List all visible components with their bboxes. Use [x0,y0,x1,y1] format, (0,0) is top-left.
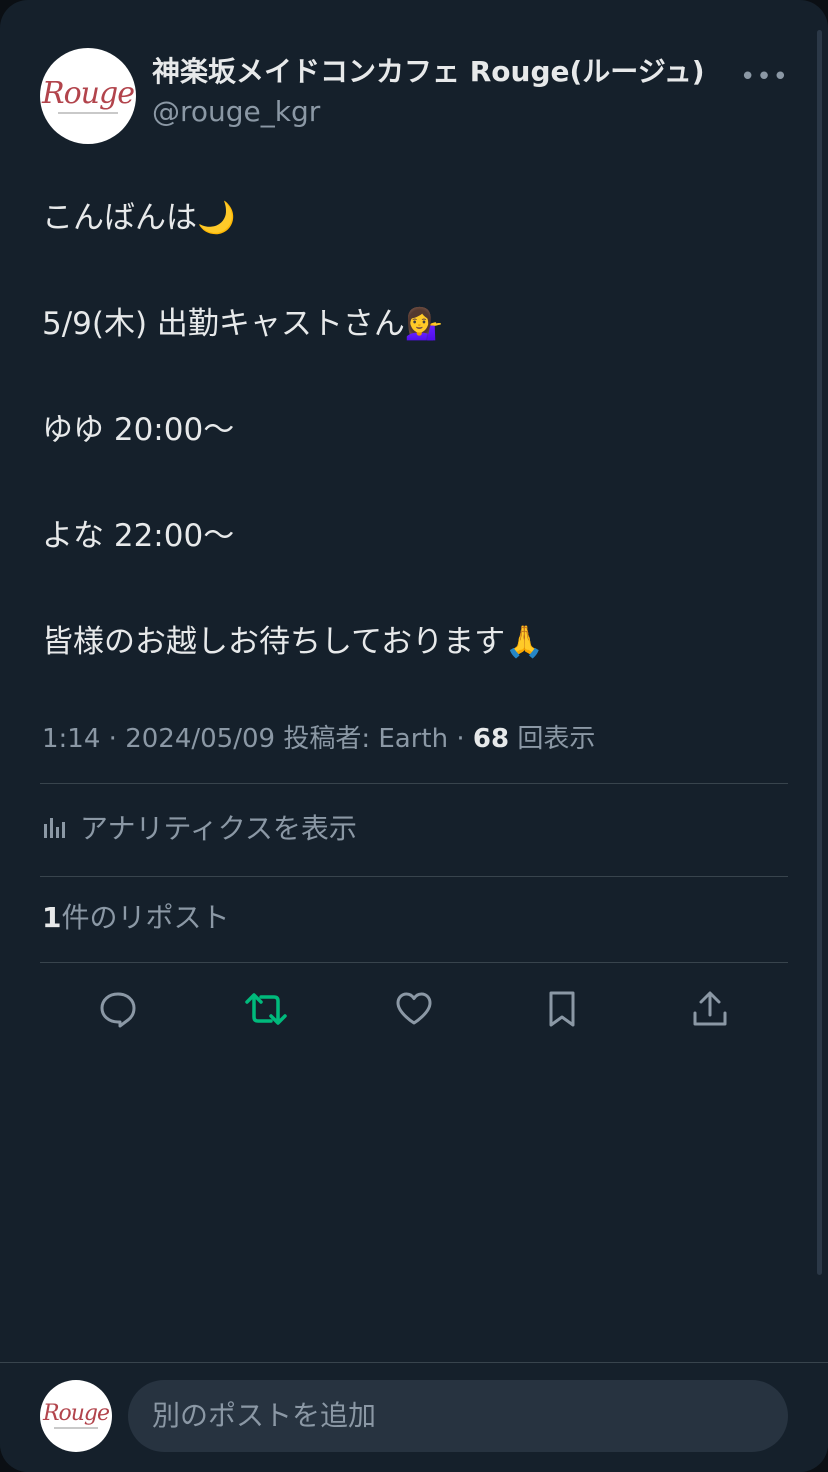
avatar-logo-underline [54,1427,98,1429]
bookmark-button[interactable] [538,985,586,1033]
divider [40,783,788,784]
divider [40,962,788,963]
view-label: 回表示 [517,724,596,754]
heart-icon [396,992,432,1025]
repost-button[interactable] [242,985,290,1033]
meta-separator: · [108,724,126,754]
share-icon [693,991,727,1026]
scrollbar[interactable] [817,30,822,1275]
tweet-date[interactable]: 2024/05/09 [125,724,275,754]
author-display-name[interactable]: 神楽坂メイドコンカフェ Rouge(ルージュ) [152,54,705,90]
reply-icon [100,992,136,1028]
reply-button[interactable] [94,985,142,1033]
tweet-line: 5/9(木) 出勤キャストさん💁‍♀️ [42,306,444,342]
analytics-label: アナリティクスを表示 [80,812,357,845]
avatar-logo: Rouge [42,75,135,111]
like-button[interactable] [390,985,438,1033]
add-post-input[interactable]: 別のポストを追加 [128,1380,788,1452]
author-avatar[interactable]: Rouge [40,48,136,144]
tweet-line: こんばんは🌙 [42,200,236,236]
posted-by-label: 投稿者: [283,724,371,754]
analytics-icon [44,818,65,838]
author-name-block: 神楽坂メイドコンカフェ Rouge(ルージュ) @rouge_kgr [152,54,705,130]
tweet-line: よな 22:00～ [42,518,235,554]
tweet-text: こんばんは🌙 5/9(木) 出勤キャストさん💁‍♀️ ゆゆ 20:00～ よな … [42,192,782,669]
tweet-line: 皆様のお越しお待ちしております🙏 [42,624,544,660]
repost-count-label: 件のリポスト [61,901,230,934]
tweet-meta: 1:14 · 2024/05/09 投稿者: Earth · 68 回表示 [42,720,595,758]
divider [40,876,788,877]
repost-icon [245,993,287,1025]
reply-composer-bar: Rouge 別のポストを追加 [0,1362,828,1472]
meta-separator: · [456,724,473,754]
author-handle[interactable]: @rouge_kgr [152,94,705,130]
repost-count: 1 [42,901,62,934]
view-analytics-button[interactable]: アナリティクスを表示 [42,805,357,849]
bookmark-icon [549,991,575,1027]
share-button[interactable] [686,985,734,1033]
repost-count-link[interactable]: 1件のリポスト [42,898,230,938]
tweet-line: ゆゆ 20:00～ [42,412,235,448]
current-user-avatar[interactable]: Rouge [40,1380,112,1452]
tweet-detail-screen: Rouge 神楽坂メイドコンカフェ Rouge(ルージュ) @rouge_kgr… [0,0,828,1472]
avatar-logo-underline [58,111,118,114]
more-options-button[interactable]: ••• [740,62,788,92]
posted-by-client[interactable]: Earth [378,724,448,754]
action-bar [0,985,828,1035]
tweet-time[interactable]: 1:14 [42,724,100,754]
view-count: 68 [472,724,510,754]
avatar-logo: Rouge [42,1401,110,1426]
tweet-header: Rouge 神楽坂メイドコンカフェ Rouge(ルージュ) @rouge_kgr… [40,48,788,148]
